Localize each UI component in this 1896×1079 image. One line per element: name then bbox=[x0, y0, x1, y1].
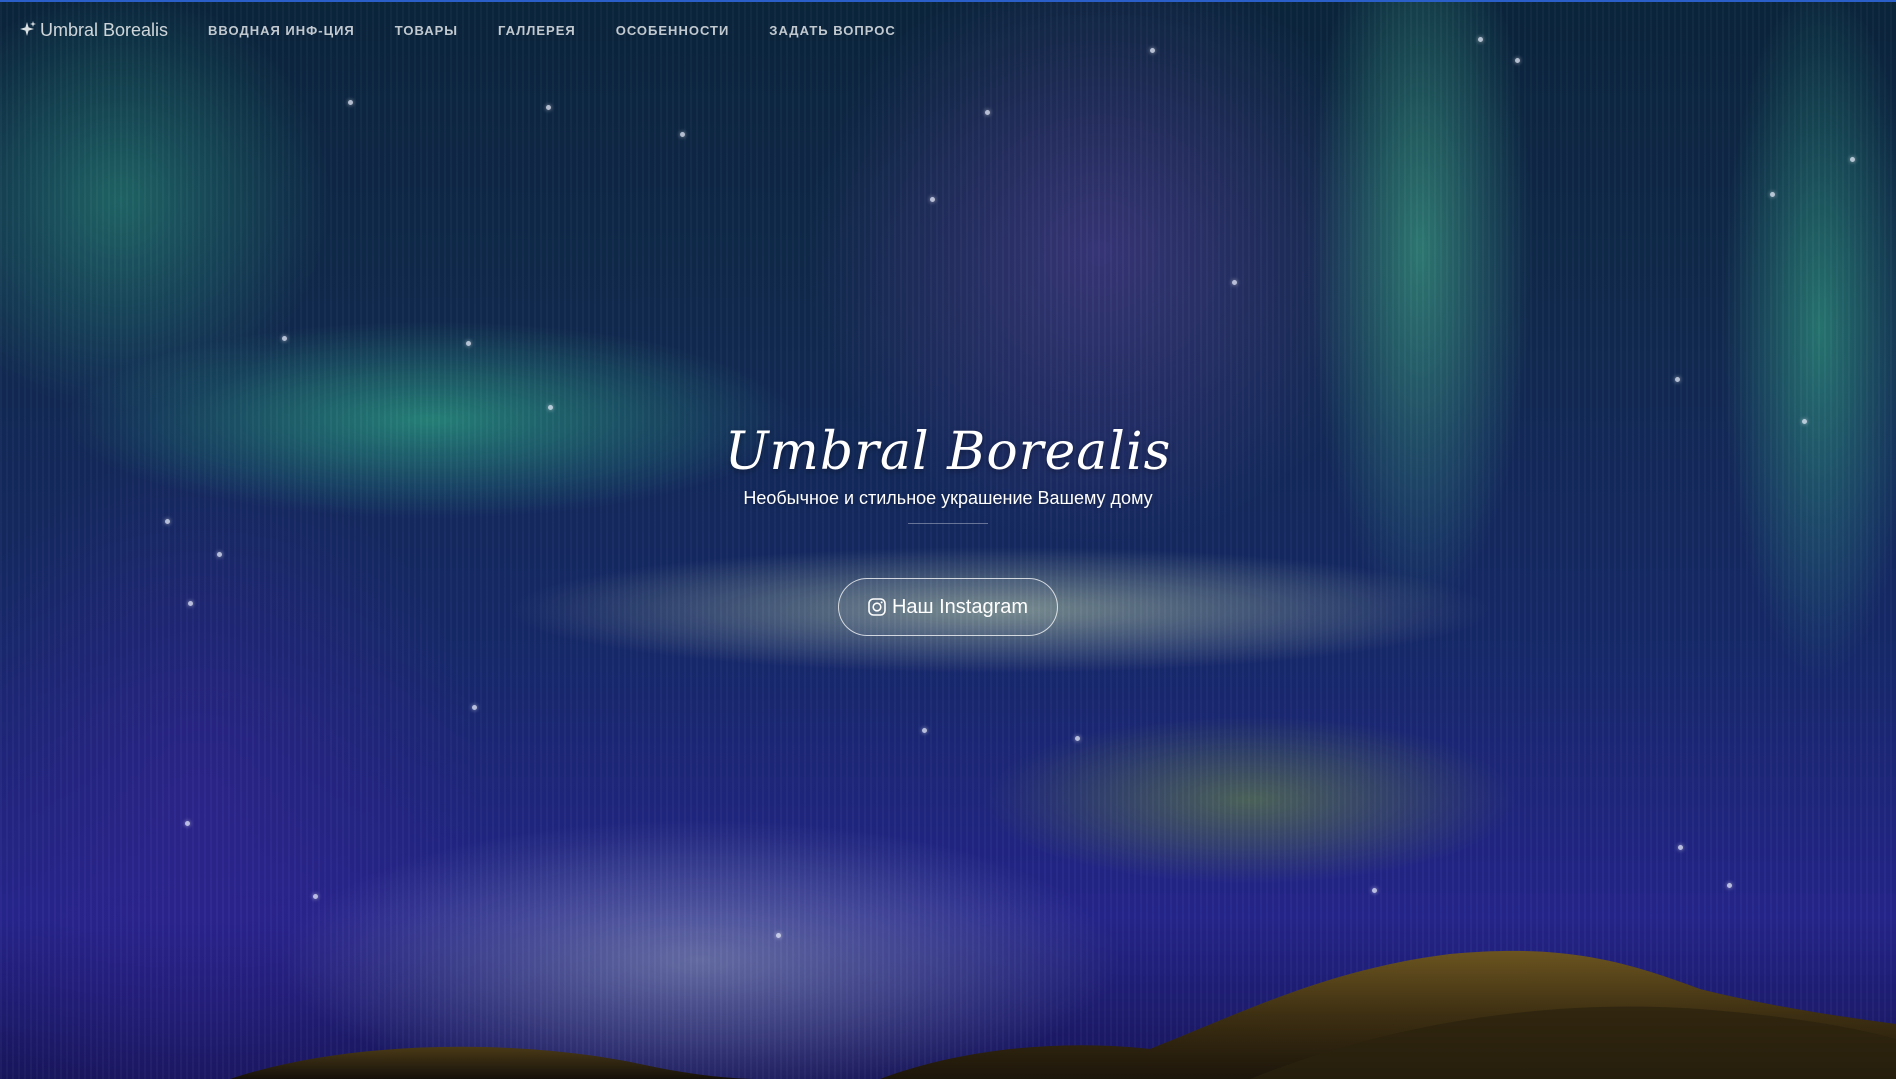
brand-link[interactable]: Umbral Borealis bbox=[20, 20, 168, 41]
nav-item-gallery[interactable]: ГАЛЛЕРЕЯ bbox=[498, 23, 576, 38]
star bbox=[348, 100, 353, 105]
brand-label: Umbral Borealis bbox=[40, 19, 169, 40]
star bbox=[548, 405, 553, 410]
instagram-button[interactable]: Наш Instagram bbox=[838, 578, 1058, 636]
star bbox=[1515, 58, 1520, 63]
nav-item-products[interactable]: ТОВАРЫ bbox=[395, 23, 458, 38]
nav-item-intro[interactable]: ВВОДНАЯ ИНФ-ЦИЯ bbox=[208, 23, 355, 38]
star bbox=[1678, 845, 1683, 850]
star bbox=[472, 705, 477, 710]
star bbox=[922, 728, 927, 733]
star bbox=[1232, 280, 1237, 285]
star bbox=[466, 341, 471, 346]
landing-page: Umbral Borealis ВВОДНАЯ ИНФ-ЦИЯ ТОВАРЫ Г… bbox=[0, 0, 1896, 1079]
star bbox=[680, 132, 685, 137]
star bbox=[1727, 883, 1732, 888]
star bbox=[1850, 157, 1855, 162]
star bbox=[985, 110, 990, 115]
star bbox=[546, 105, 551, 110]
hero-title: Umbral Borealis bbox=[724, 422, 1172, 482]
star bbox=[930, 197, 935, 202]
instagram-icon bbox=[868, 598, 886, 616]
star bbox=[1075, 736, 1080, 741]
star bbox=[1675, 377, 1680, 382]
nav-item-features[interactable]: ОСОБЕННОСТИ bbox=[616, 23, 730, 38]
star bbox=[1770, 192, 1775, 197]
star bbox=[185, 821, 190, 826]
star bbox=[1372, 888, 1377, 893]
star bbox=[282, 336, 287, 341]
hero-divider bbox=[908, 523, 988, 524]
hills-silhouette bbox=[230, 950, 1896, 1079]
sparkle-icon bbox=[20, 21, 36, 39]
instagram-button-label: Наш Instagram bbox=[891, 595, 1029, 618]
navbar: Umbral Borealis ВВОДНАЯ ИНФ-ЦИЯ ТОВАРЫ Г… bbox=[0, 0, 1896, 58]
hero-subtitle: Необычное и стильное украшение Вашему до… bbox=[743, 488, 1153, 508]
hero-section: Umbral Borealis Необычное и стильное укр… bbox=[0, 420, 1896, 636]
nav-item-ask-question[interactable]: ЗАДАТЬ ВОПРОС bbox=[769, 23, 895, 38]
